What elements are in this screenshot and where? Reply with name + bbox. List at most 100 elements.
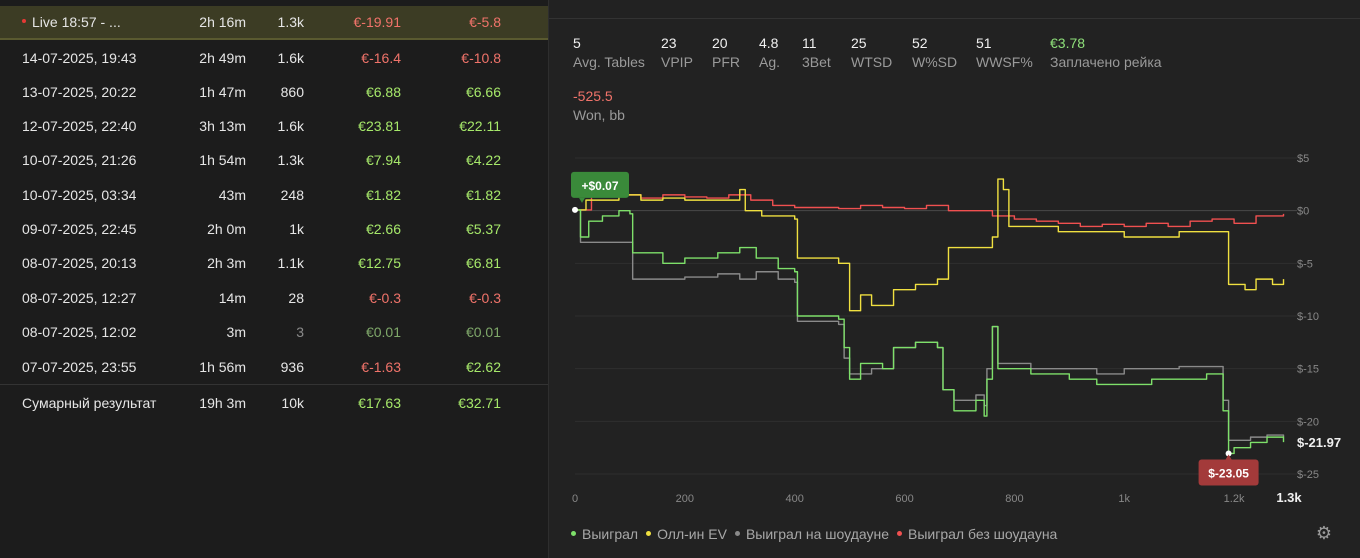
session-won: €12.75 [358,246,401,280]
session-won-text: €-1.63 [361,359,401,375]
session-hands-text: 3 [296,324,304,340]
session-hands-text: 860 [280,84,304,100]
legend-item[interactable]: Выиграл на шоудауне [734,526,890,542]
session-ev-text: €-0.3 [469,290,501,306]
y-tick-label: $-5 [1297,258,1313,270]
session-date: 13-07-2025, 20:22 [22,75,136,109]
stat-value: 5 [573,35,581,51]
session-hands: 1k [289,212,304,246]
stat-value: 52 [912,35,928,51]
session-ev: €2.62 [466,350,501,384]
total-hands: 10k [281,395,304,411]
session-row[interactable]: 08-07-2025, 12:02 3m 3 €0.01 €0.01 [0,315,548,349]
session-won-text: €0.01 [365,324,401,340]
legend-item[interactable]: Выиграл без шоудауна [897,526,1057,542]
session-duration: 2h 16m [199,6,246,38]
legend-dot-icon [734,530,740,536]
stat-заплачено-рейка: €3.78 Заплачено рейка [1050,35,1162,70]
session-row[interactable]: 10-07-2025, 03:34 43m 248 €1.82 €1.82 [0,178,548,212]
session-date-text: 07-07-2025, 23:55 [22,359,137,375]
session-date: 14-07-2025, 19:43 [22,41,136,75]
session-row[interactable]: 14-07-2025, 19:43 2h 49m 1.6k €-16.4 €-10.8 [0,41,548,75]
session-duration: 43m [219,178,246,212]
chart-legend: Выиграл Олл-ин EV Выиграл на шоудауне Выигр… [571,526,1065,542]
session-won: €0.01 [366,315,401,349]
stat-value: 51 [976,35,992,51]
legend-item[interactable]: Олл-ин EV [646,526,727,542]
session-duration-text: 3m [226,324,246,340]
session-date: 10-07-2025, 03:34 [22,178,136,212]
session-won: €-19.91 [354,6,401,38]
session-ev-text: €0.01 [465,324,501,340]
session-ev-text: €6.66 [465,84,501,100]
total-separator [0,384,548,385]
session-duration: 2h 49m [199,41,246,75]
total-date: Сумарный результат [22,395,157,411]
x-tick-label: 1k [1118,493,1130,505]
gear-icon[interactable]: ⚙ [1315,524,1333,542]
legend-label: Выиграл без шоудауна [908,526,1058,542]
stat-label: PFR [712,54,740,70]
stat-label: Avg. Tables [573,54,645,70]
y-tick-label: $5 [1297,153,1309,165]
session-won-text: €-19.91 [353,14,401,30]
min-label: $-23.05 [1208,466,1249,480]
legend-label: Выиграл на шоудауне [745,526,890,542]
session-row[interactable]: 13-07-2025, 20:22 1h 47m 860 €6.88 €6.66 [0,75,548,109]
x-tick-label: 800 [1005,493,1023,505]
stat-wtsd: 25 WTSD [851,35,892,70]
session-row[interactable]: 08-07-2025, 12:27 14m 28 €-0.3 €-0.3 [0,281,548,315]
session-won: €2.66 [366,212,401,246]
session-hands: 1.1k [278,246,304,280]
session-duration-text: 3h 13m [199,118,246,134]
stats-panel: 5 Avg. Tables 23 VPIP 20 PFR 4.8 Ag. 11 3Bet 25 WTS… [549,0,1360,558]
stat-ag-: 4.8 Ag. [759,35,780,70]
session-duration: 14m [219,281,246,315]
end-value-label: $-21.97 [1297,435,1341,450]
session-date-text: 09-07-2025, 22:45 [22,221,137,237]
session-duration: 1h 56m [199,350,246,384]
sessions-panel: Live 18:57 - ... 2h 16m 1.3k €-19.91 €-5.8 14… [0,0,548,558]
session-duration: 3h 13m [199,109,246,143]
total-ev: €32.71 [458,395,501,411]
session-ev: €1.82 [466,178,501,212]
session-row[interactable]: 08-07-2025, 20:13 2h 3m 1.1k €12.75 €6.81 [0,246,548,280]
session-ev: €0.01 [466,315,501,349]
stat-label: WWSF% [976,54,1033,70]
total-row: Сумарный результат 19h 3m 10k €17.63 €32.71 [0,386,548,420]
session-won: €6.88 [366,75,401,109]
live-dot-icon [22,19,26,24]
session-won: €-16.4 [361,41,401,75]
session-duration: 1h 54m [199,143,246,177]
stat-pfr: 20 PFR [712,35,740,70]
session-date-text: 12-07-2025, 22:40 [22,118,137,134]
start-point [572,206,578,213]
session-won: €23.81 [358,109,401,143]
session-won-text: €23.81 [358,118,401,134]
session-row-live[interactable]: Live 18:57 - ... 2h 16m 1.3k €-19.91 €-5.8 [0,6,548,40]
session-hands-text: 1.6k [277,118,304,134]
session-date-text: 14-07-2025, 19:43 [22,50,137,66]
session-date: 08-07-2025, 20:13 [22,246,136,280]
session-row[interactable]: 12-07-2025, 22:40 3h 13m 1.6k €23.81 €22.11 [0,109,548,143]
session-row[interactable]: 10-07-2025, 21:26 1h 54m 1.3k €7.94 €4.22 [0,143,548,177]
session-won-text: €12.75 [358,255,401,271]
session-duration-text: 2h 16m [199,14,246,30]
session-hands-text: 1.3k [277,152,304,168]
session-ev-text: €5.37 [465,221,501,237]
session-duration: 3m [227,315,246,349]
stat-w-sd: 52 W%SD [912,35,957,70]
stat-label: 3Bet [802,54,831,70]
stat-value: 23 [661,35,677,51]
top-bar [549,0,1360,19]
session-row[interactable]: 07-07-2025, 23:55 1h 56m 936 €-1.63 €2.62 [0,350,548,384]
session-duration: 2h 0m [207,212,246,246]
stat-label: W%SD [912,54,958,70]
session-hands-text: 936 [280,359,304,375]
x-tick-label: 400 [786,493,804,505]
session-duration: 1h 47m [199,75,246,109]
start-label: +$0.07 [581,179,618,193]
session-date-text: 08-07-2025, 12:02 [22,324,137,340]
session-row[interactable]: 09-07-2025, 22:45 2h 0m 1k €2.66 €5.37 [0,212,548,246]
legend-item[interactable]: Выиграл [571,526,638,542]
